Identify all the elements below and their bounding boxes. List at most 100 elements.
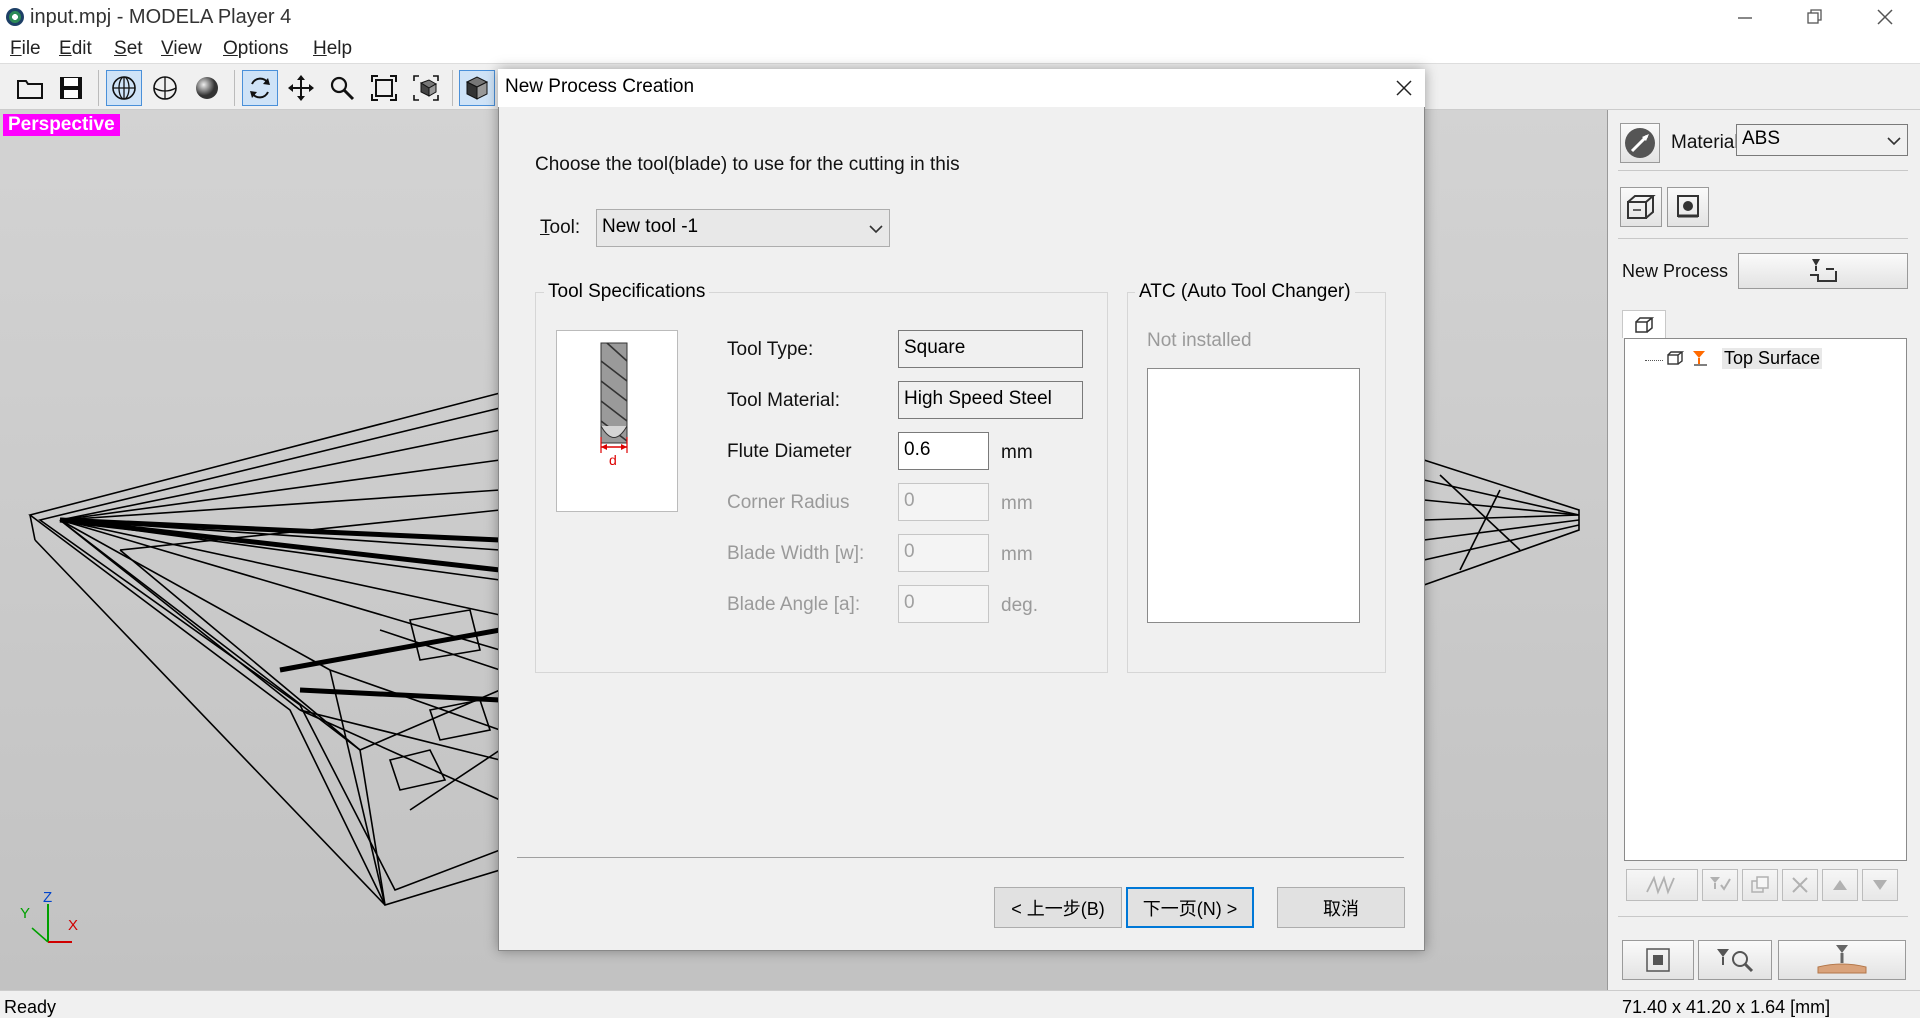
- tree-item-top-surface[interactable]: Top Surface: [1722, 348, 1823, 369]
- tool-label: Tool:: [540, 217, 581, 238]
- tab-process-tree[interactable]: [1622, 310, 1666, 338]
- flute-diameter-input[interactable]: 0.6: [898, 432, 989, 470]
- restore-icon: [1807, 9, 1822, 24]
- close-window-button[interactable]: [1850, 0, 1920, 34]
- tool-select[interactable]: New tool -1: [596, 209, 890, 247]
- origin-button[interactable]: [1667, 187, 1709, 227]
- open-folder-icon: [17, 80, 43, 99]
- cut-button[interactable]: [1778, 940, 1906, 980]
- menu-help[interactable]: Help: [313, 38, 352, 60]
- atc-group-title: ATC (Auto Tool Changer): [1135, 281, 1355, 303]
- atc-tool-list[interactable]: [1147, 368, 1360, 623]
- tool-image: d: [556, 330, 678, 512]
- cancel-button[interactable]: 取消: [1277, 887, 1405, 928]
- next-button[interactable]: 下一页(N) >: [1126, 887, 1254, 928]
- box-outline-icon: [1627, 195, 1656, 219]
- menu-edit[interactable]: Edit: [59, 38, 92, 60]
- new-process-label: New Process: [1622, 261, 1729, 281]
- stock-icon: [1667, 351, 1685, 365]
- zoom-box-icon: [413, 75, 439, 101]
- move-up-button[interactable]: [1822, 869, 1858, 901]
- material-select[interactable]: ABS: [1736, 124, 1908, 156]
- zoom-button[interactable]: [324, 70, 360, 106]
- panel-divider: [1618, 238, 1908, 239]
- stock-tab-icon: [1635, 316, 1654, 333]
- triangle-up-icon: [1833, 880, 1847, 890]
- minimize-button[interactable]: [1710, 0, 1780, 34]
- open-button[interactable]: [12, 70, 48, 106]
- copy-process-button[interactable]: [1742, 869, 1778, 901]
- status-text: Ready: [4, 997, 57, 1017]
- menu-options[interactable]: Options: [223, 38, 288, 60]
- menu-set[interactable]: Set: [114, 38, 143, 60]
- new-process-icon: [1810, 259, 1837, 282]
- tool-material-label: Tool Material:: [727, 390, 840, 411]
- blade-width-input[interactable]: 0: [898, 534, 989, 572]
- flute-diameter-unit: mm: [1001, 442, 1033, 463]
- menu-view[interactable]: View: [161, 38, 202, 60]
- copy-icon: [1751, 876, 1769, 893]
- restore-button[interactable]: [1780, 0, 1850, 34]
- corner-radius-input[interactable]: 0: [898, 483, 989, 521]
- model-size-button[interactable]: [1620, 187, 1662, 227]
- material-label: Material: [1671, 132, 1739, 153]
- pan-button[interactable]: [283, 70, 319, 106]
- rotate-icon: [250, 77, 270, 99]
- box-view-button[interactable]: [459, 70, 495, 106]
- edit-process-button[interactable]: [1702, 869, 1738, 901]
- dialog-separator: [517, 857, 1404, 858]
- blade-angle-input[interactable]: 0: [898, 585, 989, 623]
- toolbar-separator: [234, 70, 235, 106]
- tool-type-field: Square: [898, 330, 1083, 368]
- tree-process-icon: [1691, 349, 1709, 372]
- save-button[interactable]: [53, 70, 89, 106]
- close-icon: [1396, 80, 1412, 96]
- save-icon: [60, 77, 82, 99]
- preview-cutting-button[interactable]: [1626, 869, 1698, 901]
- inspect-tool-button[interactable]: [1698, 940, 1772, 980]
- dialog-close-button[interactable]: [1385, 70, 1423, 106]
- preview-button[interactable]: [1622, 940, 1694, 980]
- zoom-fit-button[interactable]: [366, 70, 402, 106]
- delete-x-icon: [1792, 877, 1808, 893]
- new-process-button[interactable]: [1738, 253, 1908, 289]
- dialog-title: New Process Creation: [505, 76, 695, 97]
- compass-icon: [1625, 128, 1655, 158]
- zoom-selection-button[interactable]: [408, 70, 444, 106]
- rotate-button[interactable]: [242, 70, 278, 106]
- hidden-line-view-button[interactable]: [147, 70, 183, 106]
- delete-process-button[interactable]: [1782, 869, 1818, 901]
- shaded-sphere-icon: [196, 77, 218, 99]
- window-title: input.mpj - MODELA Player 4: [30, 6, 292, 28]
- fit-frame-icon: [371, 75, 397, 101]
- back-button[interactable]: < 上一步(B): [994, 887, 1122, 928]
- wireframe-sphere-icon: [112, 76, 136, 100]
- model-dimensions: 71.40 x 41.20 x 1.64 [mm]: [1622, 997, 1831, 1017]
- blade-width-unit: mm: [1001, 544, 1033, 565]
- blade-angle-unit: deg.: [1001, 595, 1038, 616]
- cutting-path-icon: [1646, 875, 1675, 895]
- axis-x-label: X: [68, 917, 78, 934]
- menu-file[interactable]: File: [10, 38, 41, 60]
- blade-angle-label: Blade Angle [a]:: [727, 594, 861, 615]
- blade-width-label: Blade Width [w]:: [727, 543, 865, 564]
- hidden-line-sphere-icon: [153, 76, 177, 100]
- shaded-view-button[interactable]: [189, 70, 225, 106]
- chevron-down-icon: [869, 225, 883, 234]
- axis-z-label: Z: [43, 890, 52, 906]
- atc-status: Not installed: [1147, 330, 1252, 351]
- chevron-down-icon: [1887, 137, 1901, 146]
- frame-icon: [1646, 948, 1670, 972]
- instruction-text: Choose the tool(blade) to use for the cu…: [535, 154, 960, 175]
- wireframe-view-button[interactable]: [106, 70, 142, 106]
- process-tree[interactable]: [1624, 338, 1907, 861]
- magnifier-icon: [330, 76, 355, 101]
- cutting-tool-icon: [1817, 945, 1867, 974]
- panel-divider: [1618, 916, 1908, 917]
- tool-process-icon: [1693, 351, 1707, 366]
- toolbar-separator: [452, 70, 453, 106]
- tool-material-field: High Speed Steel: [898, 381, 1083, 419]
- move-down-button[interactable]: [1862, 869, 1898, 901]
- material-settings-button[interactable]: [1620, 123, 1660, 163]
- axis-triad: Y Z X: [20, 890, 78, 943]
